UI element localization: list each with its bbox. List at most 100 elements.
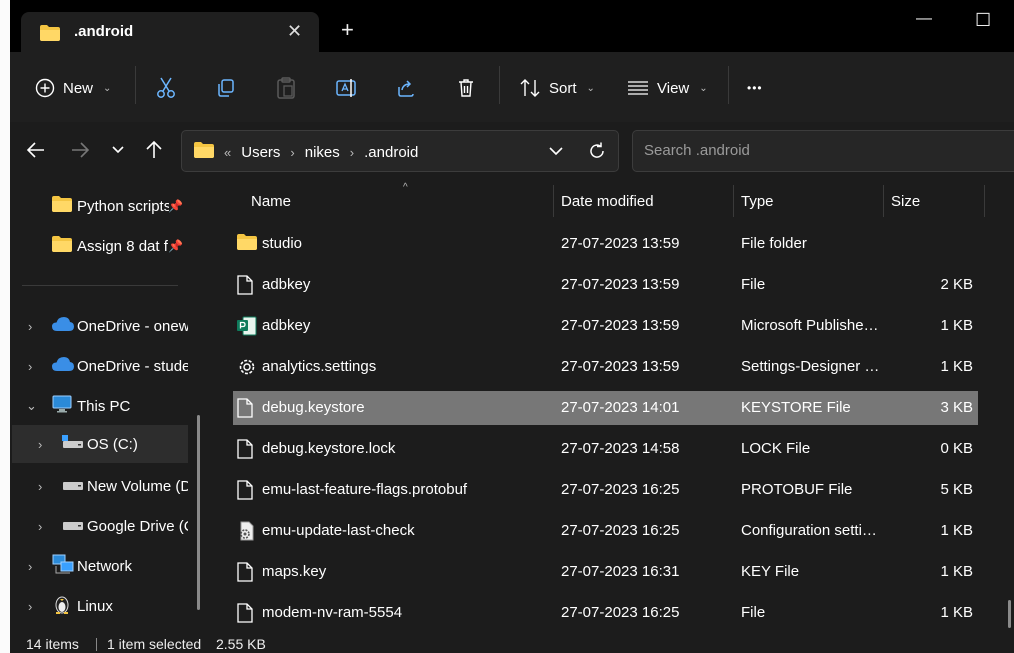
file-icon [237, 439, 253, 463]
chevron-right-icon[interactable]: › [38, 437, 42, 452]
chevron-right-icon[interactable]: › [28, 319, 32, 334]
share-button[interactable] [396, 74, 416, 102]
sidebar-item-onedrive-stude[interactable]: › OneDrive - stude [10, 348, 188, 384]
file-row[interactable]: emu-update-last-check 27-07-2023 16:25 C… [233, 514, 978, 548]
file-type: File [741, 604, 766, 621]
toolbar-divider [135, 66, 136, 104]
file-icon [237, 480, 253, 504]
paste-button[interactable] [276, 74, 296, 102]
file-date: 27-07-2023 13:59 [561, 317, 680, 334]
column-header-size[interactable]: Size [891, 193, 920, 210]
close-tab-icon[interactable]: ✕ [287, 21, 302, 42]
file-row[interactable]: emu-last-feature-flags.protobuf 27-07-20… [233, 473, 978, 507]
sidebar-item-linux[interactable]: › Linux [10, 588, 188, 624]
search-box[interactable] [632, 130, 1014, 172]
chevron-right-icon[interactable]: › [28, 559, 32, 574]
maximize-button[interactable]: ☐ [975, 10, 991, 31]
folder-icon [52, 196, 72, 216]
chevron-right-icon[interactable]: › [290, 145, 294, 160]
column-divider[interactable] [733, 185, 734, 217]
column-header-type[interactable]: Type [741, 193, 774, 210]
back-arrow-icon[interactable] [26, 140, 46, 164]
pin-icon: 📌 [168, 239, 183, 253]
file-type: File folder [741, 235, 807, 252]
forward-arrow-icon[interactable] [70, 140, 90, 164]
up-arrow-icon[interactable] [144, 140, 164, 164]
new-tab-button[interactable]: + [341, 17, 354, 43]
sidebar-item-python-scripts[interactable]: Python scripts 📌 [10, 188, 188, 224]
sidebar-item-os-c[interactable]: › OS (C:) [12, 425, 188, 463]
file-row-selected[interactable]: debug.keystore 27-07-2023 14:01 KEYSTORE… [233, 391, 978, 425]
chevron-right-icon[interactable]: › [38, 479, 42, 494]
file-row[interactable]: adbkey 27-07-2023 13:59 Microsoft Publis… [233, 309, 978, 343]
settings-icon [237, 357, 257, 381]
file-row[interactable]: debug.keystore.lock 27-07-2023 14:58 LOC… [233, 432, 978, 466]
file-row[interactable]: studio 27-07-2023 13:59 File folder [233, 227, 978, 261]
minimize-button[interactable]: — [916, 10, 932, 28]
sidebar-item-new-volume-d[interactable]: › New Volume (D [10, 468, 188, 504]
file-name: emu-update-last-check [262, 522, 415, 539]
sidebar-scrollbar[interactable] [197, 415, 200, 610]
file-row[interactable]: analytics.settings 27-07-2023 13:59 Sett… [233, 350, 978, 384]
status-bar: 14 items 1 item selected 2.55 KB [10, 630, 1014, 653]
breadcrumb-android[interactable]: .android [364, 144, 418, 161]
file-name: modem-nv-ram-5554 [262, 604, 403, 621]
navigation-pane: Python scripts 📌 Assign 8 dat f 📌 › OneD… [10, 182, 200, 630]
sidebar-item-onedrive-onew[interactable]: › OneDrive - onew [10, 308, 188, 344]
file-row[interactable]: adbkey 27-07-2023 13:59 File 2 KB [233, 268, 978, 302]
sidebar-item-label: Python scripts [77, 197, 169, 215]
file-type: PROTOBUF File [741, 481, 853, 498]
file-date: 27-07-2023 13:59 [561, 358, 680, 375]
column-divider[interactable] [553, 185, 554, 217]
file-size: 1 KB [940, 358, 973, 375]
breadcrumb-nikes[interactable]: nikes [305, 144, 340, 161]
chevron-right-icon[interactable]: › [350, 145, 354, 160]
chevron-right-icon[interactable]: › [28, 359, 32, 374]
delete-button[interactable] [456, 74, 476, 102]
chevron-right-icon[interactable]: › [38, 519, 42, 534]
sidebar-item-label: OneDrive - onew [77, 317, 188, 335]
column-divider[interactable] [883, 185, 884, 217]
file-name: studio [262, 235, 303, 252]
chevron-down-icon[interactable]: ⌄ [26, 398, 37, 414]
address-dropdown-chevron-icon[interactable] [548, 142, 564, 164]
copy-button[interactable] [216, 74, 236, 102]
sidebar-item-network[interactable]: › Network [10, 548, 188, 584]
recent-locations-chevron-icon[interactable] [110, 140, 126, 164]
new-button[interactable]: New ⌄ [35, 74, 111, 102]
file-size: 1 KB [940, 317, 973, 334]
scissors-icon [156, 77, 176, 99]
file-type: KEY File [741, 563, 800, 580]
drive-icon [62, 478, 84, 495]
sidebar-item-label: Linux [77, 597, 113, 615]
file-list-scrollbar[interactable] [1008, 600, 1011, 628]
chevron-down-icon: ⌄ [699, 82, 708, 94]
breadcrumb-users[interactable]: Users [241, 144, 280, 161]
sidebar-item-google-drive[interactable]: › Google Drive (C [10, 508, 188, 544]
file-date: 27-07-2023 14:58 [561, 440, 680, 457]
rename-button[interactable] [336, 74, 358, 102]
address-bar[interactable]: « Users › nikes › .android [181, 130, 619, 172]
file-size: 3 KB [940, 399, 973, 416]
file-size: 1 KB [940, 604, 973, 621]
view-button[interactable]: View ⌄ [627, 74, 708, 102]
sidebar-item-label: OS (C:) [87, 435, 138, 453]
sort-button[interactable]: Sort ⌄ [519, 74, 595, 102]
drive-icon [62, 518, 84, 535]
column-header-date[interactable]: Date modified [561, 193, 654, 210]
sidebar-item-label: Google Drive (C [87, 517, 188, 535]
search-input[interactable] [642, 141, 1006, 160]
breadcrumb-overflow[interactable]: « [224, 145, 231, 160]
refresh-icon[interactable] [587, 141, 607, 165]
column-header-name[interactable]: Name [251, 193, 291, 210]
chevron-right-icon[interactable]: › [28, 599, 32, 614]
more-options-button[interactable]: ••• [747, 74, 763, 102]
file-row[interactable]: maps.key 27-07-2023 16:31 KEY File 1 KB [233, 555, 978, 589]
cut-button[interactable] [156, 74, 176, 102]
column-divider[interactable] [984, 185, 985, 217]
sidebar-item-assign-8[interactable]: Assign 8 dat f 📌 [10, 228, 188, 264]
file-row[interactable]: modem-nv-ram-5554 27-07-2023 16:25 File … [233, 596, 978, 630]
tab-android[interactable]: .android ✕ [21, 12, 319, 52]
sidebar-item-this-pc[interactable]: ⌄ This PC [10, 388, 188, 424]
tab-title: .android [74, 23, 134, 40]
